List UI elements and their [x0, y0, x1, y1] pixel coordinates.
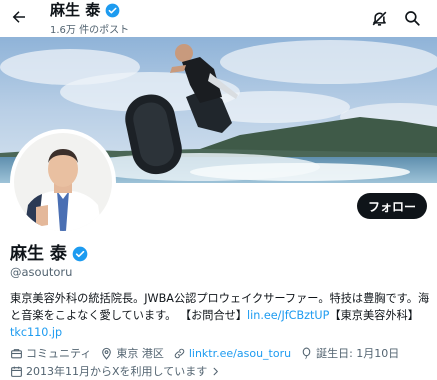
- link-icon: [173, 347, 186, 360]
- balloon-icon: [300, 347, 313, 360]
- calendar-icon: [10, 365, 23, 378]
- bio-text-2: 【東京美容外科】: [329, 309, 419, 322]
- website-link[interactable]: linktr.ee/asou_toru: [189, 347, 291, 360]
- profile-avatar[interactable]: [10, 129, 116, 235]
- joined-label: 2013年11月からXを利用しています: [26, 365, 208, 378]
- profile-handle: @asoutoru: [10, 265, 73, 279]
- meta-location: 東京 港区: [100, 345, 164, 361]
- back-arrow-icon[interactable]: [8, 6, 30, 28]
- follow-button[interactable]: フォロー: [357, 193, 427, 219]
- bio-link-line[interactable]: lin.ee/JfCBztUP: [247, 309, 329, 322]
- verified-badge-icon: [105, 3, 120, 18]
- community-label: コミュニティ: [26, 347, 92, 360]
- meta-website[interactable]: linktr.ee/asou_toru: [173, 347, 291, 360]
- community-icon: [10, 347, 23, 360]
- meta-birthday: 誕生日: 1月10日: [300, 345, 399, 361]
- birthday-label: 誕生日: 1月10日: [316, 347, 400, 360]
- post-count: 1.6万 件のポスト: [50, 25, 130, 36]
- meta-community[interactable]: コミュニティ: [10, 345, 91, 361]
- notification-bell-off-icon[interactable]: [368, 7, 390, 29]
- header-name: 麻生 泰: [50, 1, 101, 19]
- profile-name-row: 麻生 泰: [10, 244, 88, 264]
- search-icon[interactable]: [401, 7, 423, 29]
- profile-bio: 東京美容外科の統括院長。JWBA公認プロウェイクサーファー。特技は豊胸です。海と…: [10, 290, 430, 341]
- location-label: 東京 港区: [116, 347, 164, 360]
- profile-meta: コミュニティ 東京 港区 linktr.ee/asou_toru 誕生日: 1月…: [10, 345, 435, 361]
- chevron-right-icon: [210, 366, 221, 377]
- verified-badge-icon[interactable]: [72, 246, 88, 262]
- header-title: 麻生 泰: [50, 1, 120, 19]
- top-bar: 麻生 泰 1.6万 件のポスト: [0, 0, 437, 37]
- location-pin-icon: [100, 347, 113, 360]
- bio-link-website[interactable]: tkc110.jp: [10, 326, 62, 339]
- profile-name: 麻生 泰: [10, 244, 67, 264]
- meta-joined[interactable]: 2013年11月からXを利用しています: [10, 363, 221, 379]
